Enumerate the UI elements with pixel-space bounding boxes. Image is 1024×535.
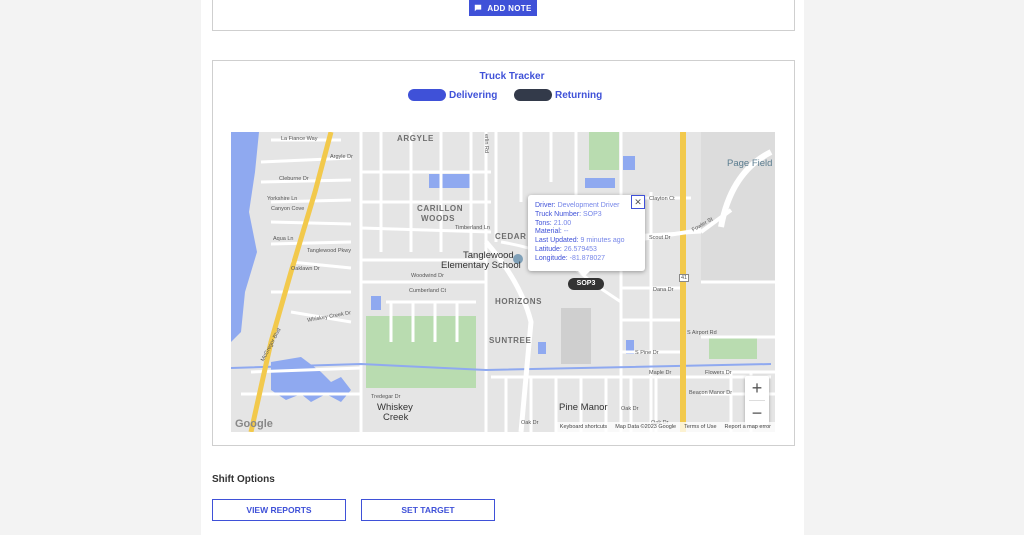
popup-material-row: Material: -- bbox=[535, 228, 645, 237]
popup-tons-row: Tons: 21.00 bbox=[535, 220, 645, 229]
comment-icon bbox=[475, 4, 482, 12]
street-maple: Maple Dr bbox=[649, 370, 672, 376]
lat-label: Latitude: bbox=[535, 245, 562, 253]
street-tanglewood-pkwy: Tanglewood Pkwy bbox=[307, 248, 352, 254]
street-aqua: Aqua Ln bbox=[273, 236, 294, 242]
area-carillon: CARILLON bbox=[417, 204, 464, 213]
route-41-shield: 41 bbox=[679, 274, 690, 282]
map-canvas bbox=[231, 132, 775, 432]
terms-link[interactable]: Terms of Use bbox=[684, 424, 716, 430]
area-pine-manor: Pine Manor bbox=[559, 402, 608, 413]
street-argyle-dr: Argyle Dr bbox=[330, 154, 353, 160]
truck-marker[interactable]: SOP3 bbox=[568, 278, 604, 290]
street-evelyn: erlin Rd bbox=[483, 134, 489, 153]
material-label: Material: bbox=[535, 228, 562, 236]
legend-returning: Returning bbox=[514, 89, 602, 101]
updated-label: Last Updated: bbox=[535, 237, 579, 245]
street-timberland: Timberland Ln bbox=[455, 225, 490, 231]
poi-page-field: Page Field bbox=[727, 158, 773, 169]
legend-returning-label: Returning bbox=[555, 89, 603, 101]
street-clayton: Clayton Ct bbox=[649, 196, 675, 202]
popup-truck-row: Truck Number: SOP3 bbox=[535, 211, 645, 220]
truck-value: SOP3 bbox=[582, 210, 602, 218]
delivering-swatch bbox=[408, 89, 446, 101]
street-la-fiance: La Fiance Way bbox=[281, 136, 318, 142]
map-attribution: Keyboard shortcuts Map Data ©2023 Google… bbox=[555, 422, 775, 432]
tracker-title: Truck Tracker bbox=[479, 71, 545, 82]
street-canyon: Canyon Cove bbox=[271, 206, 305, 212]
truck-info-popup: ✕ Driver: Development Driver Truck Numbe… bbox=[528, 195, 645, 277]
legend-delivering: Delivering bbox=[408, 89, 497, 101]
popup-lon-row: Longitude: -81.878027 bbox=[535, 255, 645, 264]
street-beacon: Beacon Manor Dr bbox=[689, 390, 733, 396]
street-dana: Dana Dr bbox=[653, 287, 674, 293]
street-scout: Scout Dr bbox=[649, 235, 671, 241]
view-reports-button[interactable]: VIEW REPORTS bbox=[212, 499, 346, 521]
popup-lat-row: Latitude: 26.579453 bbox=[535, 246, 645, 255]
zoom-control: + − bbox=[745, 376, 769, 425]
add-note-button[interactable]: ADD NOTE bbox=[469, 0, 537, 16]
popup-driver-row: Driver: Development Driver bbox=[535, 202, 645, 211]
returning-swatch bbox=[514, 89, 552, 101]
street-flowers: Flowers Dr bbox=[705, 370, 732, 376]
lat-value: 26.579453 bbox=[563, 245, 597, 253]
google-logo[interactable]: Google bbox=[235, 418, 273, 430]
popup-tip bbox=[578, 271, 590, 277]
street-oak-dr-1: Oak Dr bbox=[621, 406, 639, 412]
area-whiskey-2: Creek bbox=[383, 412, 409, 423]
map-view[interactable]: La Fiance Way Argyle Dr ARGYLE Cleburne … bbox=[231, 132, 775, 432]
street-yorkshire: Yorkshire Ln bbox=[267, 196, 298, 202]
truck-label: Truck Number: bbox=[535, 210, 582, 218]
updated-value: 9 minutes ago bbox=[580, 237, 625, 245]
area-woods: WOODS bbox=[421, 214, 456, 223]
street-cleburne: Cleburne Dr bbox=[279, 176, 309, 182]
poi-tanglewood-school-2: Elementary School bbox=[441, 260, 521, 271]
map-data-text: Map Data ©2023 Google bbox=[615, 424, 677, 430]
legend-delivering-label: Delivering bbox=[449, 89, 498, 101]
street-pine-dr: S Pine Dr bbox=[635, 350, 659, 356]
street-tredegar: Tredegar Dr bbox=[371, 394, 401, 400]
area-suntree: SUNTREE bbox=[489, 336, 532, 345]
lon-label: Longitude: bbox=[535, 254, 568, 262]
driver-value: Development Driver bbox=[557, 202, 620, 209]
street-airport: S Airport Rd bbox=[687, 330, 717, 336]
tons-label: Tons: bbox=[535, 219, 552, 227]
material-value: -- bbox=[563, 228, 569, 236]
report-error-link[interactable]: Report a map error bbox=[725, 424, 771, 430]
set-target-button[interactable]: SET TARGET bbox=[361, 499, 495, 521]
shift-options-title: Shift Options bbox=[212, 474, 275, 485]
popup-close-button[interactable]: ✕ bbox=[631, 195, 645, 209]
driver-label: Driver: bbox=[535, 202, 556, 209]
area-argyle: ARGYLE bbox=[397, 134, 434, 143]
street-cumberland: Cumberland Ct bbox=[409, 288, 446, 294]
zoom-in-button[interactable]: + bbox=[745, 376, 769, 400]
area-horizons: HORIZONS bbox=[495, 297, 543, 306]
tons-value: 21.00 bbox=[553, 219, 572, 227]
street-oaklawn: Oaklawn Dr bbox=[291, 266, 320, 272]
keyboard-shortcuts-link[interactable]: Keyboard shortcuts bbox=[560, 424, 607, 430]
street-woodwind: Woodwind Dr bbox=[411, 273, 444, 279]
lon-value: -81.878027 bbox=[569, 254, 606, 262]
street-oak-dr-2: Oak Dr bbox=[521, 420, 539, 426]
add-note-label: ADD NOTE bbox=[487, 3, 532, 13]
popup-updated-row: Last Updated: 9 minutes ago bbox=[535, 237, 645, 246]
